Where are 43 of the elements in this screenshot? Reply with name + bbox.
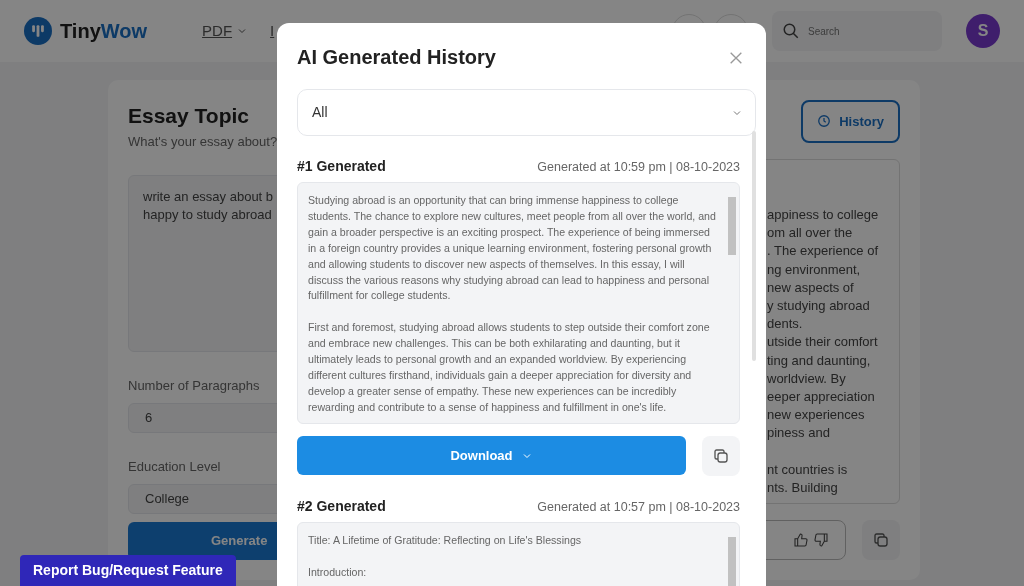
entry-heading: #2 Generated — [297, 497, 386, 516]
output-text: new experiences — [767, 406, 866, 425]
output-text: appiness to college — [767, 205, 880, 224]
output-text: new aspects of — [767, 278, 855, 297]
output-text: ng environment, — [767, 260, 862, 279]
download-button[interactable]: Download — [297, 436, 686, 475]
copy-icon — [712, 447, 730, 465]
output-text: nt countries is — [767, 460, 849, 479]
avatar[interactable]: S — [966, 14, 1000, 48]
clock-icon — [817, 114, 832, 129]
output-text: utside their comfort — [767, 333, 879, 352]
section-subtitle: What's your essay about? — [128, 132, 278, 151]
brand-name[interactable]: TinyWow — [60, 16, 148, 46]
timestamp: Generated at 10:57 pm | 08-10-2023 — [537, 499, 740, 516]
entry-heading: #1 Generated — [297, 157, 386, 176]
timestamp: Generated at 10:59 pm | 08-10-2023 — [537, 159, 740, 176]
nav-link[interactable]: I — [270, 19, 275, 43]
output-text: eeper appreciation — [767, 387, 876, 406]
thumbs-up-icon[interactable] — [793, 532, 809, 548]
field-label: Number of Paragraphs — [128, 376, 260, 395]
output-text: . The experience of — [767, 242, 880, 261]
output-text: worldview. By — [767, 369, 847, 388]
essay-paragraph: Introduction: — [308, 564, 368, 580]
search-field[interactable]: Search — [772, 11, 942, 51]
field-label: Education Level — [128, 457, 221, 476]
modal-title: AI Generated History — [297, 45, 496, 70]
output-text: ting and daunting, — [767, 351, 872, 370]
output-text: dents. — [767, 315, 804, 334]
report-bug-button[interactable]: Report Bug/Request Feature — [20, 555, 236, 586]
nav-link[interactable]: PDF — [202, 19, 249, 43]
thumbs-down-icon[interactable] — [813, 532, 829, 548]
output-text: om all over the — [767, 224, 854, 243]
logo-icon — [24, 17, 52, 45]
filter-dropdown[interactable]: All — [297, 89, 756, 136]
search-icon — [782, 22, 800, 40]
copy-icon — [872, 531, 890, 549]
output-text: y studying abroad — [767, 296, 871, 315]
history-button[interactable]: History — [801, 100, 900, 143]
copy-button[interactable] — [702, 436, 740, 476]
copy-button[interactable] — [862, 520, 900, 560]
section-title: Essay Topic — [128, 103, 249, 129]
output-text: piness and — [767, 424, 831, 443]
output-text: nts. Building — [767, 478, 839, 497]
